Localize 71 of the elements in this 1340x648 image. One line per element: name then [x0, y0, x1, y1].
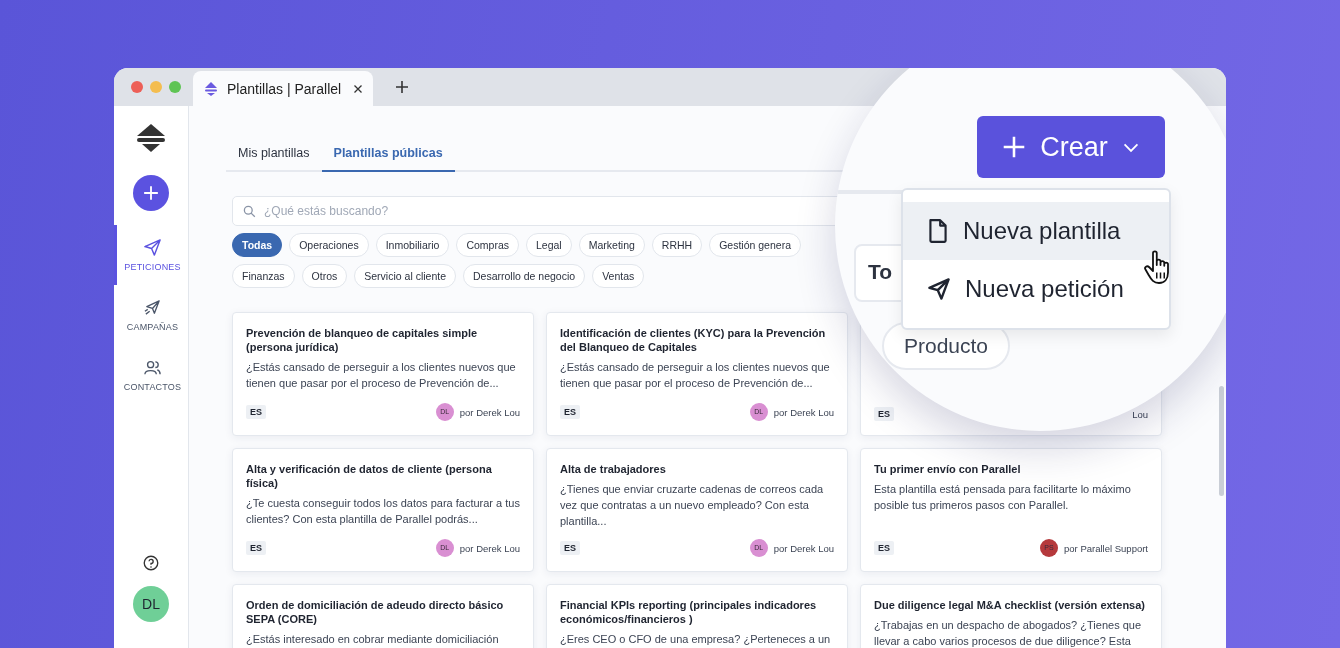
- language-badge: ES: [874, 407, 894, 421]
- page-tab[interactable]: Mis plantillas: [226, 142, 322, 172]
- sidebar-nav-item[interactable]: PETICIONES: [114, 225, 188, 285]
- language-badge: ES: [560, 541, 580, 555]
- card-description: ¿Trabajas en un despacho de abogados? ¿Tienes que llevar a cabo varios procesos de due diligence? Esta: [874, 618, 1143, 648]
- new-tab-icon[interactable]: [395, 80, 409, 94]
- card-title: Due diligence legal M&A checklist (versión extensa): [874, 598, 1146, 612]
- card-title: Orden de domiciliación de adeudo directo básico SEPA (CORE): [246, 598, 505, 626]
- close-window-button[interactable]: [131, 81, 143, 93]
- user-avatar[interactable]: DL: [133, 586, 169, 622]
- template-card[interactable]: Due diligence legal M&A checklist (versión extensa) ¿Trabajas en un despacho de abogados? ¿Tienes que llevar a cabo varios procesos de due diligence? Esta: [860, 584, 1162, 648]
- filter-chip[interactable]: Marketing: [578, 233, 645, 257]
- card-title: Tu primer envío con Parallel: [874, 462, 1022, 476]
- author-name: por Derek Lou: [773, 542, 834, 554]
- sidebar-nav-item[interactable]: CONTACTOS: [114, 345, 188, 405]
- users-icon: [143, 358, 162, 377]
- card-description: ¿Estás cansado de perseguir a los clientes nuevos que tienen que pasar por el proceso de Prevención de...: [560, 360, 831, 391]
- filter-chip[interactable]: Servicio al cliente: [354, 264, 456, 288]
- paper-plane-icon: [143, 238, 162, 257]
- filter-chip[interactable]: Operaciones: [289, 233, 369, 257]
- menu-item[interactable]: Nueva plantilla: [903, 202, 1169, 260]
- filter-chip[interactable]: Gestión genera: [709, 233, 801, 257]
- sidebar-nav-item[interactable]: CAMPAÑAS: [114, 285, 188, 345]
- filter-chip[interactable]: Finanzas: [232, 264, 295, 288]
- author-name: por Derek Lou: [773, 406, 834, 418]
- create-dropdown-button[interactable]: Crear: [977, 116, 1165, 178]
- logo-icon: [203, 80, 219, 97]
- card-title: Alta de trabajadores: [560, 462, 667, 476]
- language-badge: ES: [246, 405, 266, 419]
- create-button[interactable]: [133, 175, 169, 211]
- document-icon: [927, 218, 949, 244]
- page-tab[interactable]: Plantillas públicas: [321, 142, 455, 172]
- card-title: Identificación de clientes (KYC) para la Prevención del Blanqueo de Capitales: [560, 326, 827, 354]
- paper-planes-icon: [143, 298, 162, 317]
- card-title: Prevención de blanqueo de capitales simple (persona jurídica): [246, 326, 479, 354]
- card-description: ¿Tienes que enviar cruzarte cadenas de correos cada vez que contratas a un nuevo empleado? Con esta plantilla...: [560, 482, 825, 529]
- language-badge: ES: [246, 541, 266, 555]
- plus-icon: [143, 185, 159, 201]
- card-title: Alta y verificación de datos de cliente (persona física): [246, 462, 493, 490]
- logo-icon: [135, 123, 167, 155]
- author-name: por Derek Lou: [459, 406, 520, 418]
- tab-title: Plantillas | Parallel: [227, 80, 343, 97]
- filter-chip[interactable]: Desarrollo de negocio: [463, 264, 586, 288]
- help-icon[interactable]: [142, 554, 160, 572]
- filter-chip[interactable]: Legal: [526, 233, 572, 257]
- language-badge: ES: [874, 541, 894, 555]
- scrollbar-thumb[interactable]: [1219, 386, 1224, 496]
- card-description: Esta plantilla está pensada para facilitarte lo máximo posible tus primeros pasos con Parallel.: [874, 482, 1132, 513]
- plus-icon: [1002, 135, 1027, 159]
- browser-tab[interactable]: Plantillas | Parallel: [193, 71, 373, 106]
- card-description: ¿Te cuesta conseguir todos los datos para facturar a tus clientes? Con esta plantilla de Parallel podrás...: [246, 496, 520, 527]
- paper-plane-icon: [927, 277, 951, 301]
- filter-chip[interactable]: Otros: [301, 264, 348, 288]
- card-description: ¿Estás cansado de perseguir a los clientes nuevos que tienen que pasar por el proceso de Prevención de...: [246, 360, 517, 391]
- card-description: ¿Estás interesado en cobrar mediante domiciliación: [246, 632, 500, 647]
- filter-chip[interactable]: RRHH: [651, 233, 703, 257]
- author-name: Lou: [1132, 408, 1148, 420]
- template-card[interactable]: Orden de domiciliación de adeudo directo básico SEPA (CORE) ¿Estás interesado en cobrar mediante domiciliación: [232, 584, 534, 648]
- card-description: ¿Eres CEO o CFO de una empresa? ¿Perteneces a un: [560, 632, 832, 647]
- card-title: Financial KPIs reporting (principales indicadores económicos/financieros ): [560, 598, 818, 626]
- author-name: por Parallel Support: [1064, 542, 1148, 554]
- template-card[interactable]: Financial KPIs reporting (principales indicadores económicos/financieros ) ¿Eres CEO o CFO de una empresa? ¿Perteneces a un: [546, 584, 848, 648]
- language-badge: ES: [560, 405, 580, 419]
- filter-chip[interactable]: Ventas: [592, 264, 645, 288]
- filter-chip[interactable]: Inmobiliario: [375, 233, 450, 257]
- filter-chip[interactable]: Compras: [456, 233, 519, 257]
- close-icon[interactable]: [353, 83, 363, 94]
- filter-chip[interactable]: Todas: [232, 233, 283, 257]
- search-icon: [243, 205, 256, 218]
- template-card[interactable]: [546, 312, 848, 436]
- author-name: por Derek Lou: [459, 542, 520, 554]
